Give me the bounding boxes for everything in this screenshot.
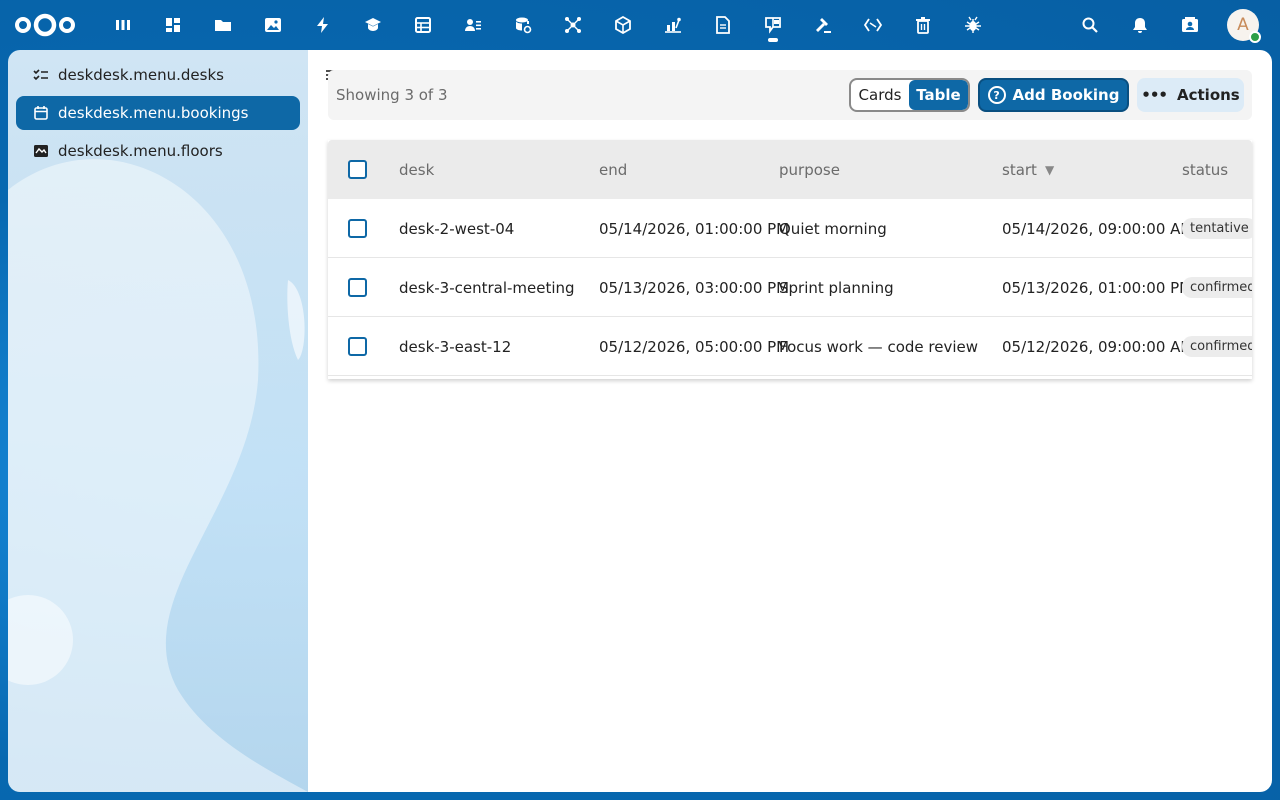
nextcloud-logo-icon[interactable] <box>14 12 76 38</box>
cell-status: confirmed <box>1182 317 1252 376</box>
cell-desk: desk-3-central-meeting <box>399 278 575 297</box>
activity-icon[interactable] <box>298 0 348 50</box>
deskdesk-icon[interactable] <box>748 0 798 50</box>
cell-desk: desk-2-west-04 <box>399 219 515 238</box>
showing-count: Showing 3 of 3 <box>336 86 448 104</box>
status-badge: confirmed <box>1182 277 1252 298</box>
app-content: Showing 3 of 3 Cards Table ? Add Booking… <box>308 50 1272 792</box>
select-all-checkbox[interactable] <box>348 160 367 179</box>
contacts-menu-icon[interactable] <box>1165 0 1215 50</box>
cell-desk: desk-3-east-12 <box>399 337 512 356</box>
deck-icon[interactable] <box>98 0 148 50</box>
status-badge: tentative <box>1182 218 1252 239</box>
floor-icon <box>33 143 49 159</box>
cell-status: tentative <box>1182 199 1252 258</box>
package-icon[interactable] <box>598 0 648 50</box>
calendar-icon <box>33 105 49 121</box>
table-row[interactable]: desk-2-west-04 05/14/2026, 01:00:00 PM Q… <box>328 199 1252 258</box>
sidebar-item-desks[interactable]: deskdesk.menu.desks <box>16 58 300 92</box>
header-right: A <box>1065 0 1280 50</box>
view-cards-button[interactable]: Cards <box>851 80 909 110</box>
spreadsheet-icon[interactable] <box>398 0 448 50</box>
sidebar-item-floors[interactable]: deskdesk.menu.floors <box>16 134 300 168</box>
sidebar-item-label: deskdesk.menu.desks <box>58 66 224 84</box>
sidebar-item-label: deskdesk.menu.bookings <box>58 104 249 122</box>
column-header-desk[interactable]: desk <box>399 140 589 199</box>
files-icon[interactable] <box>198 0 248 50</box>
cell-end: 05/13/2026, 03:00:00 PM <box>599 278 789 297</box>
column-header-status[interactable]: status <box>1182 140 1252 199</box>
search-icon[interactable] <box>1065 0 1115 50</box>
cell-purpose: Quiet morning <box>779 219 887 238</box>
column-header-start[interactable]: start ▼ <box>1002 140 1184 199</box>
help-circle-icon: ? <box>987 86 1006 104</box>
cell-end: 05/12/2026, 05:00:00 PM <box>599 337 789 356</box>
online-status-icon <box>1249 31 1261 43</box>
cell-purpose: Focus work — code review <box>779 337 978 356</box>
trash-icon[interactable] <box>898 0 948 50</box>
table-header: desk end purpose start ▼ status <box>328 140 1252 199</box>
cell-start: 05/12/2026, 09:00:00 AM <box>1002 337 1184 356</box>
add-booking-label: Add Booking <box>1012 86 1120 104</box>
sidebar-item-bookings[interactable]: deskdesk.menu.bookings <box>16 96 300 130</box>
checklist-icon <box>33 67 49 83</box>
app-navigation: deskdesk.menu.desks deskdesk.menu.bookin… <box>8 50 308 792</box>
background-swirl-icon <box>8 159 308 792</box>
app-menu <box>98 0 998 50</box>
add-booking-button[interactable]: ? Add Booking <box>978 78 1129 112</box>
gavel-icon[interactable] <box>798 0 848 50</box>
cell-purpose: Sprint planning <box>779 278 894 297</box>
view-mode-toggle: Cards Table <box>849 78 970 112</box>
contacts-icon[interactable] <box>448 0 498 50</box>
document-icon[interactable] <box>698 0 748 50</box>
cell-start: 05/14/2026, 09:00:00 AM <box>1002 219 1184 238</box>
sort-descending-icon: ▼ <box>1044 162 1055 177</box>
learning-icon[interactable] <box>348 0 398 50</box>
more-dots-icon: ••• <box>1141 86 1168 104</box>
chart-icon[interactable] <box>648 0 698 50</box>
column-header-end[interactable]: end <box>599 140 789 199</box>
avatar[interactable]: A <box>1227 9 1261 43</box>
code-icon[interactable] <box>848 0 898 50</box>
actions-label: Actions <box>1177 86 1240 104</box>
dashboard-icon[interactable] <box>148 0 198 50</box>
row-checkbox[interactable] <box>348 278 367 297</box>
cell-status: confirmed <box>1182 258 1252 317</box>
network-icon[interactable] <box>548 0 598 50</box>
column-header-purpose[interactable]: purpose <box>779 140 994 199</box>
row-checkbox[interactable] <box>348 219 367 238</box>
bug-icon[interactable] <box>948 0 998 50</box>
top-header: A <box>0 0 1280 50</box>
cell-start: 05/13/2026, 01:00:00 PM <box>1002 278 1184 297</box>
table-row[interactable]: desk-3-central-meeting 05/13/2026, 03:00… <box>328 258 1252 317</box>
database-icon[interactable] <box>498 0 548 50</box>
status-badge: confirmed <box>1182 336 1252 357</box>
bookings-table: desk end purpose start ▼ status desk-2-w… <box>328 140 1252 379</box>
toolbar: Showing 3 of 3 Cards Table ? Add Booking… <box>328 70 1252 120</box>
view-table-button[interactable]: Table <box>909 80 968 110</box>
actions-button[interactable]: ••• Actions <box>1137 78 1244 112</box>
cell-end: 05/14/2026, 01:00:00 PM <box>599 219 789 238</box>
avatar-initial: A <box>1237 15 1249 35</box>
notifications-bell-icon[interactable] <box>1115 0 1165 50</box>
photos-icon[interactable] <box>248 0 298 50</box>
column-header-start-label: start <box>1002 160 1037 179</box>
table-row[interactable]: desk-3-east-12 05/12/2026, 05:00:00 PM F… <box>328 317 1252 376</box>
sidebar-item-label: deskdesk.menu.floors <box>58 142 223 160</box>
row-checkbox[interactable] <box>348 337 367 356</box>
nav-list: deskdesk.menu.desks deskdesk.menu.bookin… <box>8 50 308 168</box>
